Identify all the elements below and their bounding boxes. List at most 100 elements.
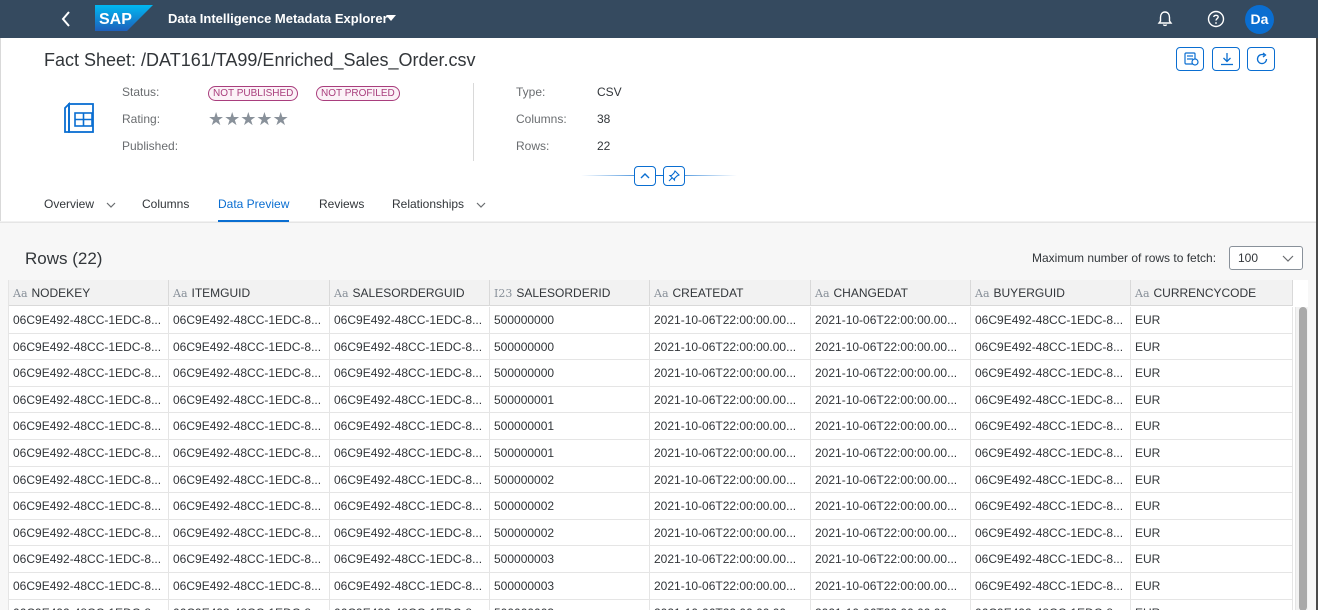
table-cell: 2021-10-06T22:00:00.00... xyxy=(811,493,971,520)
help-icon[interactable] xyxy=(1206,9,1226,29)
collapse-header-button[interactable] xyxy=(634,166,656,186)
table-row[interactable]: 06C9E492-48CC-1EDC-8...06C9E492-48CC-1ED… xyxy=(9,599,1293,610)
user-avatar[interactable]: Da xyxy=(1245,5,1274,34)
table-cell: 2021-10-06T22:00:00.00... xyxy=(811,307,971,333)
table-cell: 06C9E492-48CC-1EDC-8... xyxy=(971,493,1131,520)
vertical-scrollbar[interactable] xyxy=(1295,307,1308,610)
page-title: Fact Sheet: /DAT161/TA99/Enriched_Sales_… xyxy=(44,50,476,70)
table-cell: 2021-10-06T22:00:00.00... xyxy=(650,546,811,573)
refresh-icon xyxy=(1256,52,1268,65)
table-cell: 2021-10-06T22:00:00.00... xyxy=(650,333,811,360)
column-header[interactable]: Aa BUYERGUID xyxy=(971,280,1131,306)
column-header[interactable]: Aa CHANGEDAT xyxy=(811,280,971,306)
table-row[interactable]: 06C9E492-48CC-1EDC-8...06C9E492-48CC-1ED… xyxy=(9,333,1293,361)
sap-logo: SAP xyxy=(95,5,153,31)
chevron-up-icon xyxy=(640,173,650,179)
tab-columns[interactable]: Columns xyxy=(142,197,189,222)
table-cell: 500000003 xyxy=(490,573,650,599)
rating-label: Rating: xyxy=(122,112,161,126)
table-cell: 06C9E492-48CC-1EDC-8... xyxy=(169,307,330,333)
table-cell: 06C9E492-48CC-1EDC-8... xyxy=(971,307,1131,333)
table-cell: 2021-10-06T22:00:00.00... xyxy=(650,466,811,493)
table-row[interactable]: 06C9E492-48CC-1EDC-8...06C9E492-48CC-1ED… xyxy=(9,493,1293,520)
download-icon xyxy=(1221,53,1233,66)
table-cell: 06C9E492-48CC-1EDC-8... xyxy=(330,307,490,333)
column-header[interactable]: Aa ITEMGUID xyxy=(169,280,330,306)
table-cell: 2021-10-06T22:00:00.00... xyxy=(811,386,971,413)
table-cell: 06C9E492-48CC-1EDC-8... xyxy=(169,413,330,440)
pin-header-button[interactable] xyxy=(663,166,685,186)
table-cell: 06C9E492-48CC-1EDC-8... xyxy=(330,493,490,520)
table-row[interactable]: 06C9E492-48CC-1EDC-8...06C9E492-48CC-1ED… xyxy=(9,413,1293,440)
table-header: Aa NODEKEY Aa ITEMGUID Aa SALESORDERGUID I23 SA… xyxy=(9,280,1293,306)
column-header[interactable]: Aa CREATEDAT xyxy=(650,280,811,306)
table-cell: 06C9E492-48CC-1EDC-8... xyxy=(9,360,169,387)
table-cell: 2021-10-06T22:00:00.00... xyxy=(811,599,971,610)
star-icon: ★ xyxy=(240,109,257,129)
table-cell: 500000001 xyxy=(490,440,650,466)
back-button[interactable] xyxy=(56,8,76,30)
table-cell: 06C9E492-48CC-1EDC-8... xyxy=(169,493,330,520)
table-row[interactable]: 06C9E492-48CC-1EDC-8...06C9E492-48CC-1ED… xyxy=(9,519,1293,547)
table-row[interactable]: 06C9E492-48CC-1EDC-8...06C9E492-48CC-1ED… xyxy=(9,440,1293,467)
column-header[interactable]: Aa SALESORDERGUID xyxy=(330,280,490,306)
table-cell: 06C9E492-48CC-1EDC-8... xyxy=(971,413,1131,440)
table-row[interactable]: 06C9E492-48CC-1EDC-8...06C9E492-48CC-1ED… xyxy=(9,386,1293,414)
column-header[interactable]: Aa NODEKEY xyxy=(9,280,169,306)
table-cell: 06C9E492-48CC-1EDC-8... xyxy=(9,413,169,440)
app-title[interactable]: Data Intelligence Metadata Explorer xyxy=(168,11,388,26)
table-cell: EUR xyxy=(1131,546,1293,573)
table-cell: 2021-10-06T22:00:00.00... xyxy=(650,440,811,466)
table-cell: 06C9E492-48CC-1EDC-8... xyxy=(9,546,169,573)
table-cell: 2021-10-06T22:00:00.00... xyxy=(811,519,971,546)
table-cell: 06C9E492-48CC-1EDC-8... xyxy=(9,599,169,610)
tab-label: Columns xyxy=(142,197,190,211)
scrollbar-thumb[interactable] xyxy=(1299,307,1307,610)
fetch-rows-select[interactable]: 100 xyxy=(1229,246,1303,270)
table-cell: 06C9E492-48CC-1EDC-8... xyxy=(971,466,1131,493)
table-cell: 2021-10-06T22:00:00.00... xyxy=(650,573,811,599)
bell-icon[interactable] xyxy=(1155,9,1175,29)
table-cell: 500000003 xyxy=(490,599,650,610)
column-header-label: CREATEDAT xyxy=(672,286,744,300)
catalog-button[interactable] xyxy=(1176,47,1204,71)
table-cell: 2021-10-06T22:00:00.00... xyxy=(650,307,811,333)
column-header[interactable]: I23 SALESORDERID xyxy=(490,280,650,306)
table-cell: 06C9E492-48CC-1EDC-8... xyxy=(330,440,490,466)
columns-value: 38 xyxy=(597,112,611,126)
table-cell: 500000003 xyxy=(490,546,650,573)
table-cell: 06C9E492-48CC-1EDC-8... xyxy=(9,307,169,333)
table-cell: 06C9E492-48CC-1EDC-8... xyxy=(169,386,330,413)
table-file-icon xyxy=(64,101,94,133)
table-cell: 500000001 xyxy=(490,386,650,413)
status-badge-profiled: NOT PROFILED xyxy=(316,86,400,101)
tab-reviews[interactable]: Reviews xyxy=(319,197,364,222)
download-button[interactable] xyxy=(1212,47,1240,71)
rows-title: Rows (22) xyxy=(25,249,103,268)
table-row[interactable]: 06C9E492-48CC-1EDC-8...06C9E492-48CC-1ED… xyxy=(9,546,1293,573)
table-row[interactable]: 06C9E492-48CC-1EDC-8...06C9E492-48CC-1ED… xyxy=(9,573,1293,600)
caret-down-icon[interactable] xyxy=(384,12,398,24)
column-header[interactable]: Aa CURRENCYCODE xyxy=(1131,280,1293,306)
tab-data-preview[interactable]: Data Preview xyxy=(218,197,290,223)
table-cell: 06C9E492-48CC-1EDC-8... xyxy=(169,440,330,466)
table-cell: 06C9E492-48CC-1EDC-8... xyxy=(169,466,330,493)
table-row[interactable]: 06C9E492-48CC-1EDC-8... 06C9E492-48CC-1ED… xyxy=(9,466,1293,494)
table-cell: 06C9E492-48CC-1EDC-8... xyxy=(9,519,169,546)
divider xyxy=(473,83,474,161)
table-row[interactable]: 06C9E492-48CC-1EDC-8...06C9E492-48CC-1ED… xyxy=(9,360,1293,387)
table-cell: EUR xyxy=(1131,360,1293,387)
table-cell: 06C9E492-48CC-1EDC-8... xyxy=(330,386,490,413)
refresh-button[interactable] xyxy=(1247,47,1275,71)
table-cell: 06C9E492-48CC-1EDC-8... xyxy=(971,573,1131,599)
table-cell: 500000001 xyxy=(490,413,650,440)
shell-bar: SAP Data Intelligence Metadata Explorer … xyxy=(0,0,1318,38)
tab-relationships[interactable]: Relationships xyxy=(392,197,486,222)
table-row[interactable]: 06C9E492-48CC-1EDC-8...06C9E492-48CC-1ED… xyxy=(9,307,1293,334)
tab-overview[interactable]: Overview xyxy=(44,197,116,222)
star-icon: ★ xyxy=(272,109,289,129)
table-cell: EUR xyxy=(1131,599,1293,610)
string-type-icon: Aa xyxy=(173,287,188,300)
table-cell: 2021-10-06T22:00:00.00... xyxy=(650,599,811,610)
table-cell: 2021-10-06T22:00:00.00... xyxy=(811,440,971,466)
